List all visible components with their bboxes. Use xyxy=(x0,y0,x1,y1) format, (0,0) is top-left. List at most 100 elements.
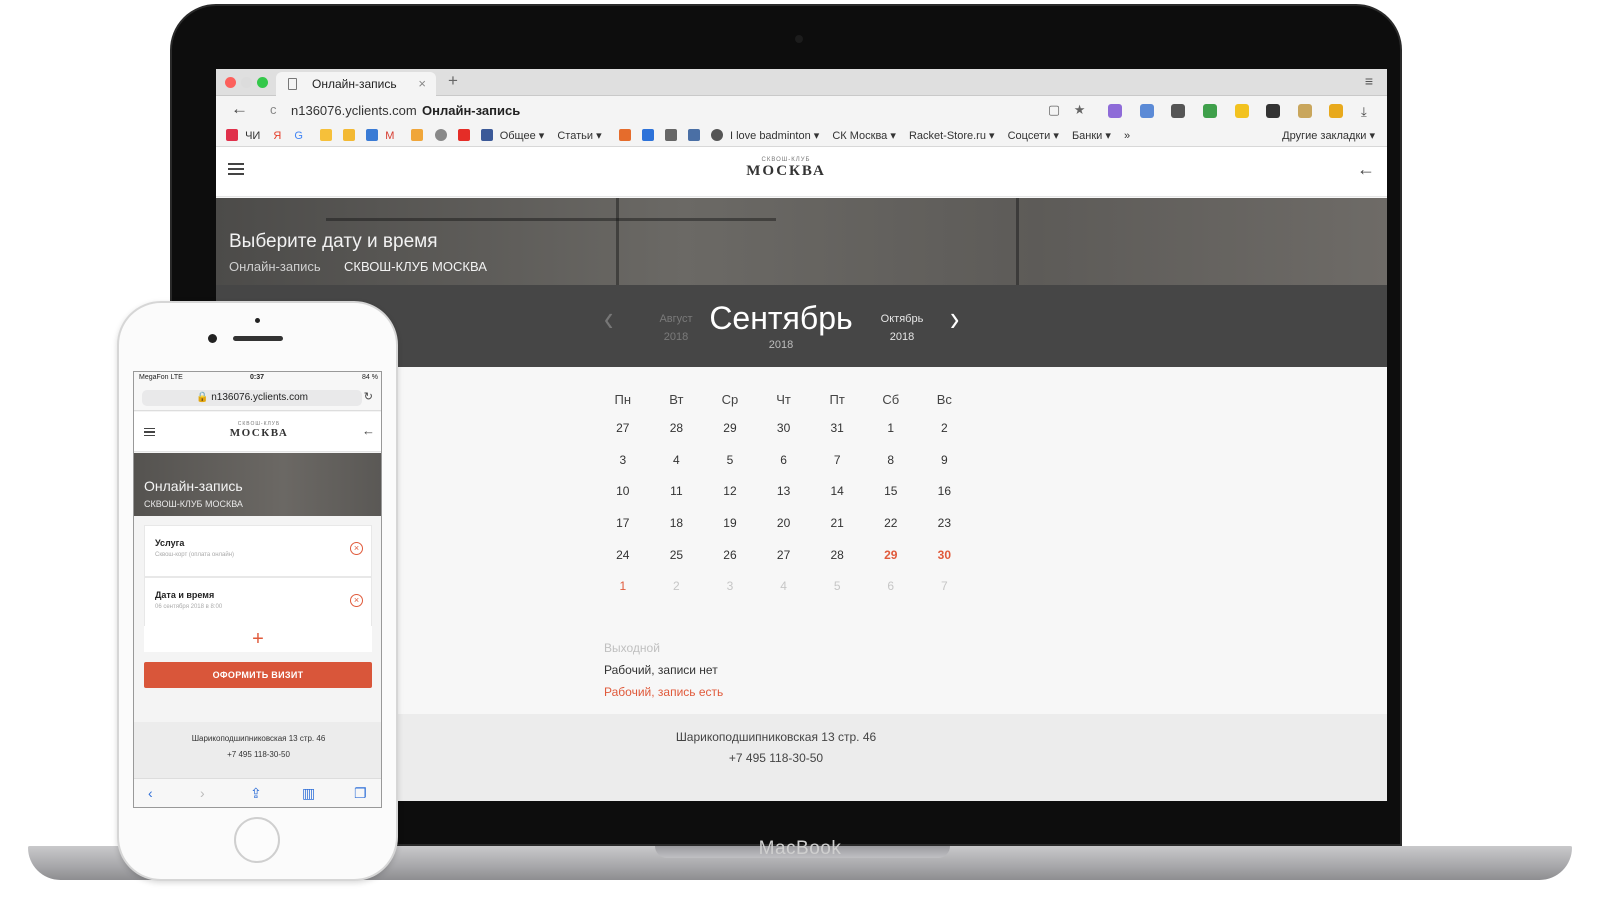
extension-dark-icon[interactable] xyxy=(1266,103,1281,118)
close-window-icon[interactable] xyxy=(225,77,236,88)
calendar-day[interactable]: 14 xyxy=(810,476,864,508)
bookmark-google[interactable]: G xyxy=(294,130,303,142)
browser-tab[interactable]: Онлайн-запись × xyxy=(276,72,436,96)
zoom-window-icon[interactable] xyxy=(257,77,268,88)
calendar-day[interactable]: 2 xyxy=(918,413,972,445)
calendar-day[interactable]: 30 xyxy=(918,540,972,572)
bookmark-folder-badminton[interactable]: I love badminton ▾ xyxy=(730,130,819,142)
phone-menu-icon[interactable] xyxy=(144,428,155,436)
calendar-day[interactable]: 21 xyxy=(810,508,864,540)
calendar-day[interactable]: 19 xyxy=(703,508,757,540)
bookmark-facebook-icon[interactable] xyxy=(480,129,493,141)
breadcrumb-online[interactable]: Онлайн-запись xyxy=(229,259,321,274)
calendar-day[interactable]: 12 xyxy=(703,476,757,508)
bookmark-drive-icon[interactable] xyxy=(320,129,333,141)
bookmark-folder-sk[interactable]: СК Москва ▾ xyxy=(832,130,896,142)
download-icon[interactable]: ⤓ xyxy=(1361,104,1375,119)
minimize-window-icon[interactable] xyxy=(241,77,252,88)
bookmark-instagram-icon[interactable] xyxy=(687,129,700,141)
bookmark-keep-icon[interactable] xyxy=(343,129,356,141)
tab-close-icon[interactable]: × xyxy=(418,72,426,96)
bookmark-folder-general[interactable]: Общее ▾ xyxy=(500,130,545,142)
bookmark-orange-icon[interactable] xyxy=(618,129,631,141)
bookmark-chart-icon[interactable] xyxy=(641,129,654,141)
calendar-day[interactable]: 22 xyxy=(864,508,918,540)
bookmark-folder-articles[interactable]: Статьи ▾ xyxy=(557,130,601,142)
bookmark-globe-icon[interactable] xyxy=(434,129,447,141)
browser-menu-icon[interactable]: ≡ xyxy=(1365,73,1373,89)
calendar-day[interactable]: 5 xyxy=(703,445,757,477)
phone-reload-icon[interactable]: ↻ xyxy=(364,390,373,403)
bookmark-folder-social[interactable]: Соцсети ▾ xyxy=(1008,130,1059,142)
calendar-day[interactable]: 20 xyxy=(757,508,811,540)
next-month-button[interactable]: Октябрь 2018 xyxy=(872,313,932,343)
calendar-day[interactable]: 4 xyxy=(650,445,704,477)
bookmark-clock-icon[interactable] xyxy=(710,129,723,141)
calendar-day[interactable]: 30 xyxy=(757,413,811,445)
url-field[interactable]: n136076.yclients.com xyxy=(291,103,417,118)
extension-shield-icon[interactable] xyxy=(1202,103,1217,118)
phone-back-arrow-icon[interactable]: ← xyxy=(362,423,375,438)
extension-pen-icon[interactable] xyxy=(1108,103,1122,118)
calendar-day[interactable]: 29 xyxy=(703,413,757,445)
add-service-button[interactable]: + xyxy=(144,626,372,652)
calendar-day[interactable]: 24 xyxy=(596,540,650,572)
star-icon[interactable]: ▢ ★ xyxy=(1048,102,1091,117)
calendar-day[interactable]: 8 xyxy=(864,445,918,477)
calendar-day[interactable]: 27 xyxy=(596,413,650,445)
browser-back-icon[interactable]: ← xyxy=(231,99,248,119)
phone-url-field[interactable]: 🔒 n136076.yclients.com xyxy=(142,390,362,406)
extension-link-icon[interactable] xyxy=(1171,103,1186,118)
extension-off-icon[interactable] xyxy=(1297,103,1312,118)
bookmark-overflow[interactable]: » xyxy=(1124,130,1130,142)
site-logo[interactable]: СКВОШ-КЛУБ МОСКВА xyxy=(736,157,836,180)
bookmark-chi[interactable]: ЧИ xyxy=(245,130,260,142)
bookmark-other[interactable]: Другие закладки ▾ xyxy=(1282,129,1375,142)
phone-forward-icon[interactable]: › xyxy=(200,785,205,801)
calendar-day[interactable]: 10 xyxy=(596,476,650,508)
remove-datetime-icon[interactable]: × xyxy=(350,594,363,607)
calendar-day[interactable]: 7 xyxy=(810,445,864,477)
extension-battery-icon[interactable] xyxy=(1329,103,1344,118)
service-card[interactable]: Услуга Сквош-корт (оплата онлайн) × xyxy=(144,525,372,577)
prev-month-icon[interactable]: ‹ xyxy=(604,298,613,340)
reload-icon[interactable]: c xyxy=(270,102,277,117)
calendar-day[interactable]: 27 xyxy=(757,540,811,572)
phone-bookmarks-icon[interactable]: ▥ xyxy=(302,785,315,802)
phone-back-icon[interactable]: ‹ xyxy=(148,785,153,801)
bookmark-mail-icon[interactable] xyxy=(411,129,424,141)
bookmark-docs-icon[interactable] xyxy=(366,129,379,141)
bookmark-pocket-icon[interactable] xyxy=(226,129,238,141)
bookmark-yandex[interactable]: Я xyxy=(273,130,281,142)
calendar-day[interactable]: 3 xyxy=(596,445,650,477)
back-arrow-icon[interactable]: ← xyxy=(1357,159,1375,180)
phone-home-button[interactable] xyxy=(234,817,280,863)
bookmark-gmail[interactable]: M xyxy=(385,130,394,142)
calendar-day[interactable]: 28 xyxy=(650,413,704,445)
phone-site-logo[interactable]: СКВОШ-КЛУБ МОСКВА xyxy=(224,421,294,439)
new-tab-button[interactable]: + xyxy=(448,71,458,91)
calendar-day[interactable]: 31 xyxy=(810,413,864,445)
calendar-day[interactable]: 11 xyxy=(650,476,704,508)
menu-icon[interactable] xyxy=(228,163,244,175)
prev-month-button[interactable]: Август 2018 xyxy=(646,313,706,343)
footer-phone[interactable]: +7 495 118-30-50 xyxy=(616,751,936,765)
calendar-day[interactable]: 6 xyxy=(757,445,811,477)
calendar-day[interactable]: 15 xyxy=(864,476,918,508)
calendar-day[interactable]: 29 xyxy=(864,540,918,572)
extension-mail-icon[interactable] xyxy=(1139,103,1154,118)
bookmark-tool-icon[interactable] xyxy=(664,129,677,141)
remove-service-icon[interactable]: × xyxy=(350,542,363,555)
calendar-day[interactable]: 25 xyxy=(650,540,704,572)
next-month-icon[interactable]: › xyxy=(950,298,959,340)
calendar-day[interactable]: 13 xyxy=(757,476,811,508)
calendar-day[interactable]: 28 xyxy=(810,540,864,572)
calendar-day[interactable]: 1 xyxy=(864,413,918,445)
calendar-day[interactable]: 16 xyxy=(918,476,972,508)
phone-share-icon[interactable]: ⇪ xyxy=(250,785,262,802)
phone-tabs-icon[interactable]: ❐ xyxy=(354,785,367,802)
submit-visit-button[interactable]: ОФОРМИТЬ ВИЗИТ xyxy=(144,662,372,688)
bookmark-folder-banks[interactable]: Банки ▾ xyxy=(1072,130,1111,142)
breadcrumb-club[interactable]: СКВОШ-КЛУБ МОСКВА xyxy=(344,259,487,274)
calendar-day[interactable]: 1 xyxy=(596,571,650,603)
